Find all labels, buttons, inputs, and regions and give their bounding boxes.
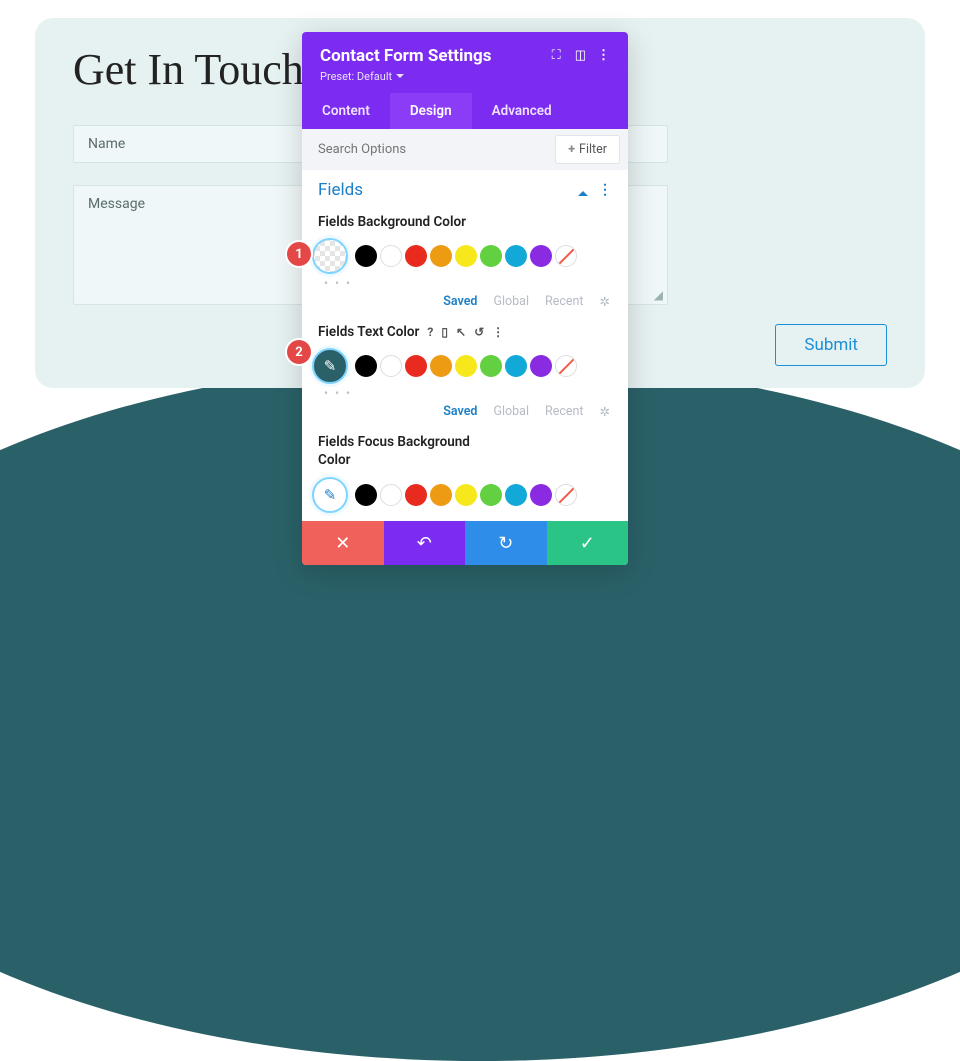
swatch-green[interactable] — [480, 245, 502, 267]
option-more-icon[interactable]: ⋮ — [492, 325, 504, 339]
gear-icon[interactable]: ✲ — [600, 294, 610, 310]
swatch-purple[interactable] — [530, 355, 552, 377]
swatch-black[interactable] — [355, 245, 377, 267]
caret-down-icon — [396, 70, 404, 83]
swatch-purple[interactable] — [530, 245, 552, 267]
tab-design[interactable]: Design — [390, 93, 472, 129]
resize-handle-icon[interactable]: ◢ — [654, 288, 663, 302]
lead-swatch-transparent[interactable] — [312, 238, 348, 274]
swatch-white[interactable] — [380, 355, 402, 377]
columns-icon[interactable]: ▯▯ — [575, 48, 583, 63]
swatch-green[interactable] — [480, 355, 502, 377]
close-icon: ✕ — [335, 533, 350, 554]
redo-footer-icon: ↻ — [498, 533, 513, 554]
option-label: Fields Text Color — [318, 324, 419, 340]
preset-dropdown[interactable]: Preset: Default — [320, 70, 492, 83]
swatch-blue[interactable] — [505, 484, 527, 506]
swatch-white[interactable] — [380, 245, 402, 267]
option-fields-text: Fields Text Color ? ▯ ↖ ↺ ⋮ ✎ — [318, 324, 612, 420]
swatch-blue[interactable] — [505, 355, 527, 377]
swatch-black[interactable] — [355, 484, 377, 506]
collapse-icon[interactable] — [578, 180, 588, 196]
tab-content[interactable]: Content — [302, 93, 390, 129]
gear-icon[interactable]: ✲ — [600, 404, 610, 420]
panel-title: Contact Form Settings — [320, 46, 492, 66]
filter-button[interactable]: + Filter — [555, 135, 620, 164]
lead-swatch-teal[interactable]: ✎ — [312, 348, 348, 384]
undo-footer-icon: ↶ — [417, 533, 432, 554]
save-button[interactable]: ✓ — [547, 521, 629, 565]
swatch-blue[interactable] — [505, 245, 527, 267]
panel-tabs: Content Design Advanced — [302, 93, 628, 129]
swatch-orange[interactable] — [430, 245, 452, 267]
panel-body: Fields ⋮ Fields Background Color — [302, 170, 628, 521]
swatch-none[interactable] — [555, 245, 577, 267]
history-saved[interactable]: Saved — [443, 294, 477, 310]
expand-icon[interactable]: ⛶ — [552, 48, 561, 63]
section-more-icon[interactable]: ⋮ — [598, 182, 612, 198]
undo-icon[interactable]: ↺ — [474, 325, 484, 339]
swatch-white[interactable] — [380, 484, 402, 506]
panel-header: Contact Form Settings Preset: Default ⛶ … — [302, 32, 628, 129]
swatch-none[interactable] — [555, 484, 577, 506]
option-fields-focus: Fields Focus Background Color ✎ — [318, 434, 612, 513]
device-icon[interactable]: ▯ — [441, 325, 448, 339]
swatch-yellow[interactable] — [455, 355, 477, 377]
message-placeholder: Message — [88, 196, 145, 212]
option-fields-bg: Fields Background Color • • • Saved Glob… — [318, 214, 612, 310]
lead-swatch-white[interactable]: ✎ — [312, 477, 348, 513]
swatch-red[interactable] — [405, 245, 427, 267]
swatch-purple[interactable] — [530, 484, 552, 506]
help-icon[interactable]: ? — [427, 325, 433, 339]
swatch-red[interactable] — [405, 484, 427, 506]
option-label: Fields Focus Background Color — [318, 434, 498, 469]
check-icon: ✓ — [580, 533, 595, 554]
history-recent[interactable]: Recent — [545, 294, 584, 310]
history-saved[interactable]: Saved — [443, 404, 477, 420]
swatch-green[interactable] — [480, 484, 502, 506]
swatch-orange[interactable] — [430, 484, 452, 506]
swatch-yellow[interactable] — [455, 245, 477, 267]
search-row: + Filter — [302, 129, 628, 170]
callout-badge-2: 2 — [287, 340, 311, 364]
settings-panel: Contact Form Settings Preset: Default ⛶ … — [302, 32, 628, 565]
swatch-red[interactable] — [405, 355, 427, 377]
cancel-button[interactable]: ✕ — [302, 521, 384, 565]
panel-footer: ✕ ↶ ↻ ✓ — [302, 521, 628, 565]
section-title[interactable]: Fields — [318, 180, 363, 200]
swatch-none[interactable] — [555, 355, 577, 377]
submit-button[interactable]: Submit — [775, 324, 887, 366]
history-global[interactable]: Global — [493, 404, 529, 420]
swatch-yellow[interactable] — [455, 484, 477, 506]
plus-icon: + — [568, 142, 575, 157]
undo-button[interactable]: ↶ — [384, 521, 466, 565]
more-swatches-icon[interactable]: • • • — [324, 276, 612, 290]
cursor-icon[interactable]: ↖ — [456, 325, 466, 339]
option-label: Fields Background Color — [318, 214, 466, 230]
search-input[interactable] — [302, 130, 547, 169]
swatch-orange[interactable] — [430, 355, 452, 377]
more-icon[interactable]: ⋮ — [597, 48, 610, 63]
callout-badge-1: 1 — [287, 242, 311, 266]
swatch-black[interactable] — [355, 355, 377, 377]
history-global[interactable]: Global — [493, 294, 529, 310]
eyedropper-icon: ✎ — [324, 357, 337, 375]
more-swatches-icon[interactable]: • • • — [324, 386, 612, 400]
tab-advanced[interactable]: Advanced — [472, 93, 572, 129]
history-recent[interactable]: Recent — [545, 404, 584, 420]
redo-button[interactable]: ↻ — [465, 521, 547, 565]
eyedropper-icon: ✎ — [324, 486, 337, 504]
